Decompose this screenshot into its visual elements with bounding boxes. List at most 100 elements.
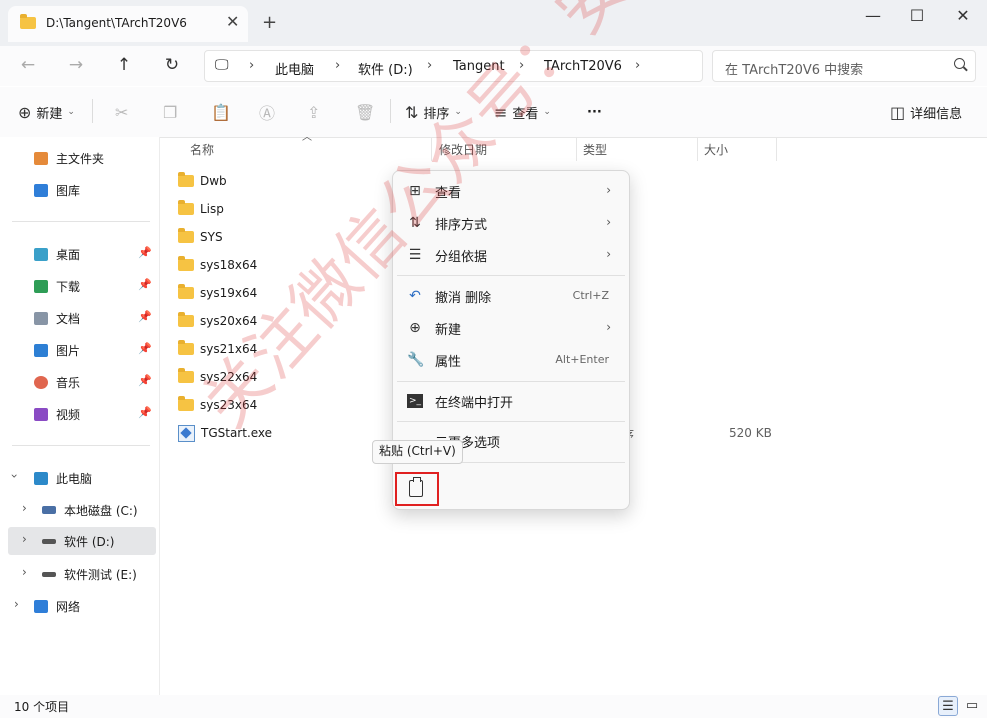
breadcrumb-this-pc[interactable]: 此电脑 <box>275 59 314 78</box>
new-tab-button[interactable]: + <box>262 12 277 33</box>
chevron-right-icon[interactable]: › <box>635 58 640 73</box>
address-bar[interactable]: 🖵 › 此电脑 › 软件 (D:) › Tangent › TArchT20V6… <box>204 50 703 82</box>
paste-menu-button[interactable] <box>395 472 439 506</box>
up-icon[interactable]: ↑ <box>112 54 136 78</box>
document-icon <box>34 311 48 325</box>
column-divider[interactable] <box>776 137 777 161</box>
application-icon <box>178 424 195 442</box>
details-view-icon[interactable]: ☰ <box>938 696 958 716</box>
pin-icon[interactable]: 📌 <box>138 278 152 291</box>
forward-icon[interactable]: → <box>64 54 88 78</box>
menu-item-new[interactable]: ⊕ 新建 › <box>399 313 623 343</box>
view-grid-icon: ⊞ <box>409 183 421 199</box>
menu-item-undo-delete[interactable]: ↶ 撤消 删除 Ctrl+Z <box>399 281 623 311</box>
navigation-pane: 主文件夹 图库 桌面 📌 下载 📌 文档 📌 图片 📌 音乐 📌 视频 📌 › <box>0 137 159 695</box>
chevron-right-icon[interactable]: › <box>14 597 19 611</box>
column-header-date[interactable]: 修改日期 <box>439 141 487 158</box>
column-divider[interactable] <box>431 137 432 161</box>
menu-item-label: 在终端中打开 <box>435 395 514 411</box>
sidebar-item-music[interactable]: 音乐 📌 <box>8 368 156 396</box>
sidebar-item-downloads[interactable]: 下载 📌 <box>8 272 156 300</box>
chevron-down-icon: ⌄ <box>67 107 75 117</box>
explorer-tab[interactable]: D:\Tangent\TArchT20V6 ✕ <box>8 6 248 42</box>
details-pane-button[interactable]: ◫ 详细信息 <box>890 99 962 125</box>
sidebar-item-network[interactable]: › 网络 <box>8 592 156 620</box>
pin-icon[interactable]: 📌 <box>138 310 152 323</box>
trash-icon: 🗑 <box>355 102 376 122</box>
back-icon[interactable]: ← <box>16 54 40 78</box>
clipboard-icon <box>409 477 423 497</box>
chevron-right-icon[interactable]: › <box>22 565 27 579</box>
plus-circle-icon: ⊕ <box>18 102 32 122</box>
chevron-down-icon[interactable]: › <box>7 474 21 479</box>
sidebar-item-label: 音乐 <box>56 375 81 390</box>
share-button[interactable]: ⇪ <box>307 99 320 125</box>
plus-circle-icon: ⊕ <box>409 320 421 336</box>
chevron-right-icon[interactable]: › <box>249 58 254 73</box>
more-button[interactable]: ··· <box>587 99 602 125</box>
column-header-type[interactable]: 类型 <box>583 141 607 158</box>
copy-button[interactable]: ❐ <box>163 99 177 125</box>
menu-item-label: 查看 <box>435 185 462 201</box>
pin-icon[interactable]: 📌 <box>138 406 152 419</box>
sidebar-item-drive-e[interactable]: › 软件测试 (E:) <box>8 560 156 588</box>
search-input[interactable]: 在 TArchT20V6 中搜索 <box>725 59 863 78</box>
tiles-view-icon[interactable]: ▭ <box>962 696 982 716</box>
view-button-label: 查看 <box>512 106 539 122</box>
menu-item-view[interactable]: ⊞ 查看 › <box>399 176 623 206</box>
sidebar-item-label: 图库 <box>56 183 81 198</box>
delete-button[interactable]: 🗑 <box>355 99 375 125</box>
column-divider[interactable] <box>697 137 698 161</box>
sort-button[interactable]: ⇅ 排序 ⌄ <box>405 99 462 125</box>
sidebar-item-this-pc[interactable]: › 此电脑 <box>7 464 156 492</box>
breadcrumb-tarch[interactable]: TArchT20V6 <box>544 59 622 74</box>
column-header-name[interactable]: 名称 <box>190 141 214 158</box>
sidebar-item-drive-c[interactable]: › 本地磁盘 (C:) <box>8 496 156 524</box>
maximize-button[interactable]: ☐ <box>894 6 940 28</box>
file-name: sys21x64 <box>200 342 258 356</box>
scissors-icon: ✂ <box>115 102 129 122</box>
breadcrumb-drive-d[interactable]: 软件 (D:) <box>358 59 413 78</box>
refresh-icon[interactable]: ↻ <box>160 54 184 78</box>
search-box[interactable]: 在 TArchT20V6 中搜索 <box>712 50 976 82</box>
new-button[interactable]: ⊕ 新建 ⌄ <box>18 99 75 125</box>
column-divider[interactable] <box>576 137 577 161</box>
close-window-button[interactable]: ✕ <box>940 6 986 28</box>
rename-button[interactable]: Ⓐ <box>259 99 275 125</box>
view-button[interactable]: ≡ 查看 ⌄ <box>494 99 551 125</box>
folder-icon <box>178 284 194 299</box>
file-name: sys22x64 <box>200 370 258 384</box>
sidebar-item-desktop[interactable]: 桌面 📌 <box>8 240 156 268</box>
sidebar-item-pictures[interactable]: 图片 📌 <box>8 336 156 364</box>
cut-button[interactable]: ✂ <box>115 99 128 125</box>
rename-icon: Ⓐ <box>259 104 276 123</box>
chevron-right-icon[interactable]: › <box>22 532 27 546</box>
close-tab-icon[interactable]: ✕ <box>226 12 239 31</box>
breadcrumb-tangent[interactable]: Tangent <box>453 59 505 74</box>
pane-divider[interactable] <box>159 137 160 695</box>
chevron-right-icon[interactable]: › <box>335 58 340 73</box>
pin-icon[interactable]: 📌 <box>138 374 152 387</box>
menu-item-group-by[interactable]: ☰ 分组依据 › <box>399 240 623 270</box>
folder-icon <box>178 172 194 187</box>
network-icon <box>34 599 48 613</box>
menu-item-open-terminal[interactable]: >_ 在终端中打开 <box>399 386 623 416</box>
sidebar-item-drive-d[interactable]: › 软件 (D:) <box>8 527 156 555</box>
column-header-size[interactable]: 大小 <box>704 141 728 158</box>
chevron-right-icon[interactable]: › <box>22 501 27 515</box>
menu-item-sort-by[interactable]: ⇅ 排序方式 › <box>399 208 623 238</box>
menu-item-properties[interactable]: 🔧 属性 Alt+Enter <box>399 345 623 375</box>
pin-icon[interactable]: 📌 <box>138 342 152 355</box>
chevron-right-icon[interactable]: › <box>427 58 432 73</box>
details-pane-icon: ◫ <box>890 102 906 122</box>
sidebar-item-videos[interactable]: 视频 📌 <box>8 400 156 428</box>
sidebar-item-documents[interactable]: 文档 📌 <box>8 304 156 332</box>
minimize-button[interactable]: — <box>850 6 896 28</box>
sidebar-item-gallery[interactable]: 图库 <box>8 176 156 204</box>
file-name: sys19x64 <box>200 286 258 300</box>
paste-button[interactable]: 📋 <box>211 99 231 125</box>
sidebar-item-home[interactable]: 主文件夹 <box>8 144 156 172</box>
pin-icon[interactable]: 📌 <box>138 246 152 259</box>
sort-button-label: 排序 <box>423 106 450 122</box>
chevron-right-icon[interactable]: › <box>519 58 524 73</box>
